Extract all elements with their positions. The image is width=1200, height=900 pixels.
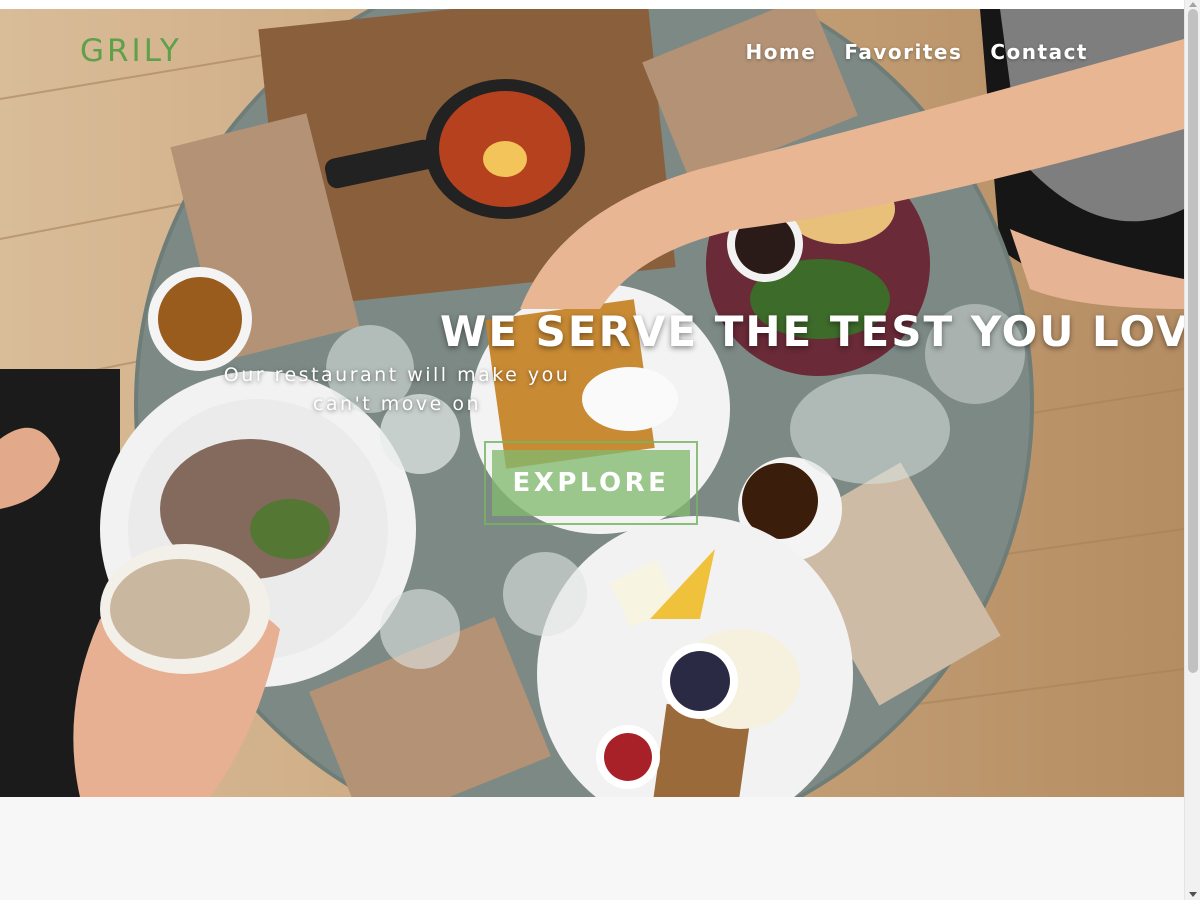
scroll-down-arrow-icon[interactable] [1189, 892, 1197, 897]
explore-button[interactable]: EXPLORE [492, 450, 690, 516]
nav-home-link[interactable]: Home [745, 40, 816, 64]
hero-headline: WE SERVE THE TEST YOU LOVE [440, 307, 1184, 356]
brand-logo[interactable]: GRILY [80, 33, 182, 69]
hero-subline: Our restaurant will make you can't move … [223, 364, 571, 415]
main-nav: Home Favorites Contact [745, 40, 1088, 64]
hero-background-photo [0, 9, 1184, 797]
page-scrollbar[interactable] [1184, 0, 1200, 900]
nav-contact-link[interactable]: Contact [990, 40, 1088, 64]
nav-favorites-link[interactable]: Favorites [844, 40, 962, 64]
scroll-up-arrow-icon[interactable] [1189, 2, 1197, 7]
top-strip [0, 0, 1184, 9]
hero-section: GRILY Home Favorites Contact WE SERVE TH… [0, 9, 1184, 797]
content-area-below-hero [0, 797, 1184, 900]
scrollbar-thumb[interactable] [1188, 9, 1198, 673]
